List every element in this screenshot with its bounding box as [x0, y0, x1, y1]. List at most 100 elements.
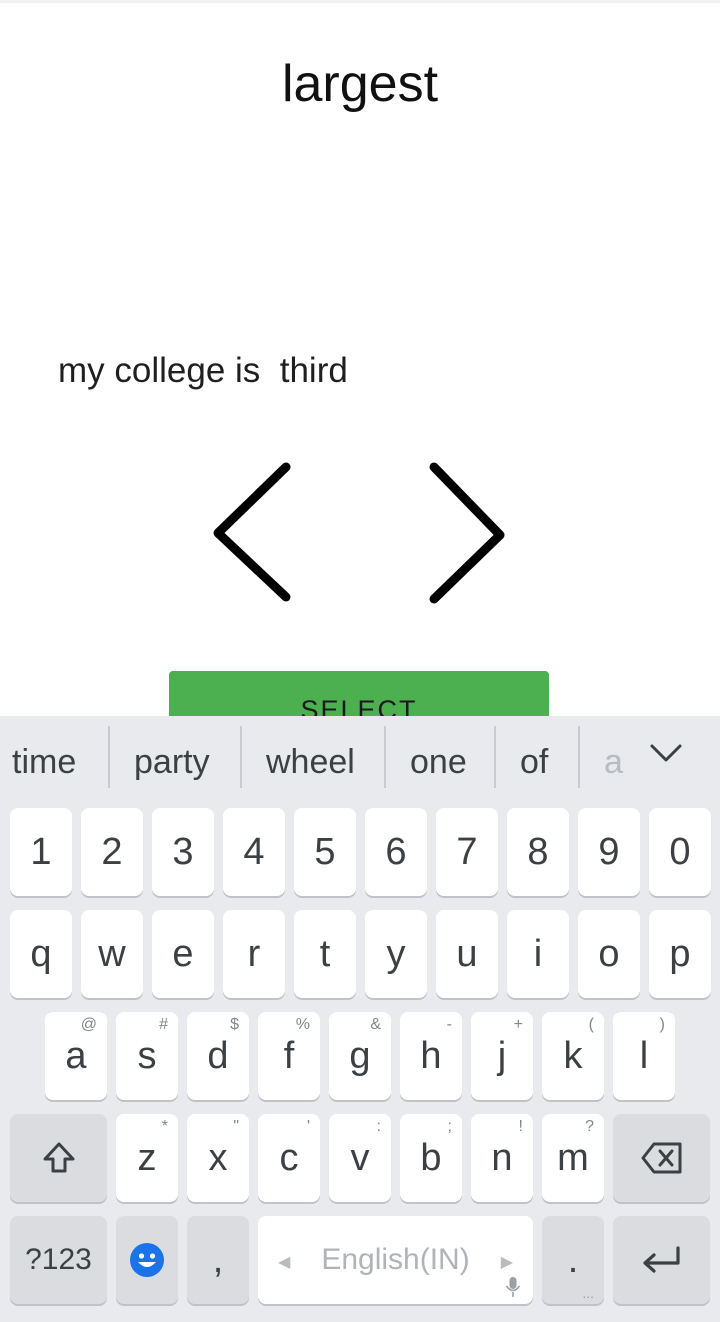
key-d[interactable]: d $	[187, 1012, 249, 1100]
key-label: n	[491, 1136, 513, 1179]
key-hint: '	[306, 1118, 310, 1135]
key-hint: %	[295, 1016, 310, 1033]
next-button[interactable]	[410, 455, 520, 615]
key-1[interactable]: 1	[10, 808, 72, 896]
suggestion-divider	[384, 726, 386, 788]
key-s[interactable]: s #	[116, 1012, 178, 1100]
key-e[interactable]: e	[152, 910, 214, 998]
shift-icon	[43, 1142, 74, 1173]
key-hint: ?	[585, 1118, 594, 1135]
suggestion-item[interactable]: wheel	[266, 738, 355, 786]
key-f[interactable]: f%	[258, 1012, 320, 1100]
key-r[interactable]: r	[223, 910, 285, 998]
shift-key[interactable]	[10, 1114, 107, 1202]
key-3[interactable]: 3	[152, 808, 214, 896]
status-divider	[0, 0, 720, 3]
key-b[interactable]: b;	[400, 1114, 462, 1202]
key-label: .	[567, 1238, 579, 1281]
symbols-key[interactable]: ?123	[10, 1216, 107, 1304]
key-g[interactable]: g &	[329, 1012, 391, 1100]
key-h[interactable]: h-	[400, 1012, 462, 1100]
key-v[interactable]: v:	[329, 1114, 391, 1202]
key-5[interactable]: 5	[294, 808, 356, 896]
key-hint: #	[159, 1016, 168, 1033]
key-hint: +	[513, 1016, 523, 1033]
suggestion-divider	[494, 726, 496, 788]
backspace-icon	[641, 1142, 681, 1174]
suggestion-item[interactable]: time	[12, 738, 76, 786]
key-hint: ...	[582, 1285, 594, 1301]
key-z[interactable]: z *	[116, 1114, 178, 1202]
key-i[interactable]: i	[507, 910, 569, 998]
key-label: d	[207, 1034, 229, 1077]
key-n[interactable]: n!	[471, 1114, 533, 1202]
key-0[interactable]: 0	[649, 808, 711, 896]
suggestion-divider	[578, 726, 580, 788]
emoji-key[interactable]	[116, 1216, 178, 1304]
key-2[interactable]: 2	[81, 808, 143, 896]
chevron-left-icon	[213, 462, 291, 602]
key-p[interactable]: p	[649, 910, 711, 998]
key-hint: *	[161, 1118, 168, 1135]
comma-key[interactable]: ,	[187, 1216, 249, 1304]
key-hint: )	[659, 1016, 665, 1033]
key-y[interactable]: y	[365, 910, 427, 998]
enter-icon	[642, 1246, 680, 1273]
spacebar[interactable]: ◀ English(IN) ▶	[258, 1216, 533, 1304]
key-9[interactable]: 9	[578, 808, 640, 896]
key-6[interactable]: 6	[365, 808, 427, 896]
key-hint: :	[376, 1118, 381, 1135]
key-m[interactable]: m?	[542, 1114, 604, 1202]
key-hint: -	[446, 1016, 452, 1033]
key-u[interactable]: u	[436, 910, 498, 998]
key-8[interactable]: 8	[507, 808, 569, 896]
suggestion-item[interactable]: party	[134, 738, 210, 786]
key-label: x	[208, 1136, 228, 1179]
key-hint: !	[518, 1118, 523, 1135]
suggestion-item[interactable]: one	[410, 738, 467, 786]
key-label: s	[137, 1034, 157, 1077]
key-k[interactable]: k(	[542, 1012, 604, 1100]
key-label: ,	[212, 1238, 224, 1281]
key-label: v	[350, 1136, 370, 1179]
key-hint: $	[230, 1016, 239, 1033]
mic-icon	[505, 1277, 521, 1297]
key-w[interactable]: w	[81, 910, 143, 998]
suggestion-divider	[108, 726, 110, 788]
key-label: a	[65, 1034, 87, 1077]
key-label: z	[137, 1136, 157, 1179]
backspace-key[interactable]	[613, 1114, 710, 1202]
key-hint: "	[233, 1118, 239, 1135]
enter-key[interactable]	[613, 1216, 710, 1304]
suggestion-strip: time party wheel one of a	[0, 716, 720, 804]
language-left-icon: ◀	[278, 1254, 291, 1271]
key-label: h	[420, 1034, 442, 1077]
page-title: largest	[281, 55, 439, 113]
key-q[interactable]: q	[10, 910, 72, 998]
key-label: f	[283, 1034, 295, 1077]
key-j[interactable]: j +	[471, 1012, 533, 1100]
suggestion-item[interactable]: a	[604, 738, 623, 786]
key-label: k	[563, 1034, 583, 1077]
key-hint: &	[370, 1016, 381, 1033]
previous-button[interactable]	[200, 455, 310, 615]
key-label: j	[497, 1034, 507, 1077]
key-4[interactable]: 4	[223, 808, 285, 896]
emoji-icon	[130, 1243, 164, 1277]
spacebar-label: English(IN)	[321, 1243, 470, 1276]
key-hint: ;	[447, 1118, 452, 1135]
key-hint: (	[588, 1016, 594, 1033]
key-c[interactable]: c '	[258, 1114, 320, 1202]
key-hint: @	[80, 1016, 97, 1033]
key-a[interactable]: a @	[45, 1012, 107, 1100]
key-x[interactable]: x "	[187, 1114, 249, 1202]
key-label: b	[420, 1136, 442, 1179]
chevron-right-icon	[429, 462, 505, 604]
key-o[interactable]: o	[578, 910, 640, 998]
suggestion-item[interactable]: of	[520, 738, 548, 786]
period-key[interactable]: . ...	[542, 1216, 604, 1304]
key-l[interactable]: l)	[613, 1012, 675, 1100]
key-t[interactable]: t	[294, 910, 356, 998]
key-7[interactable]: 7	[436, 808, 498, 896]
collapse-suggestions-button[interactable]	[646, 734, 686, 774]
